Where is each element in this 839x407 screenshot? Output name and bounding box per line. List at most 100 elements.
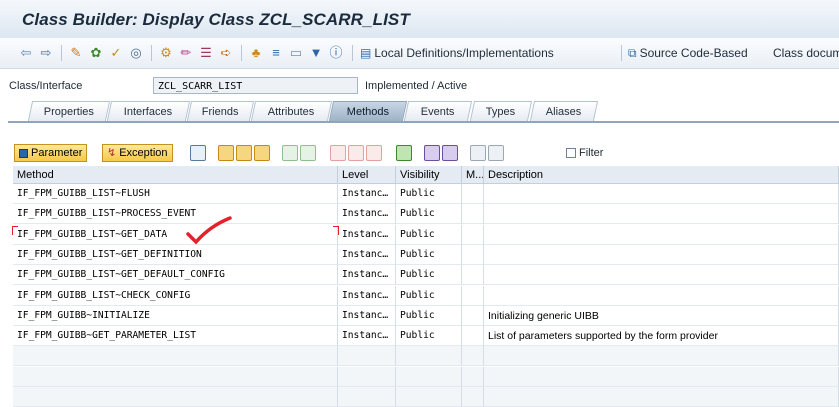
empty-table-row[interactable] <box>13 366 839 387</box>
refresh-icon[interactable] <box>488 145 504 161</box>
empty-cell[interactable] <box>462 366 484 387</box>
empty-table-row[interactable] <box>13 387 839 407</box>
class-documentation-button[interactable]: Class docume <box>773 44 839 62</box>
cell-level[interactable]: Instanc… <box>338 326 396 347</box>
cell-visibility[interactable]: Public <box>396 184 462 204</box>
pretty-printer-icon[interactable]: ≡ <box>268 44 284 62</box>
filter-checkbox[interactable] <box>566 148 576 158</box>
tab-aliases[interactable]: Aliases <box>529 101 599 121</box>
tab-methods[interactable]: Methods <box>328 101 408 121</box>
cell-method[interactable]: IF_FPM_GUIBB_LIST~PROCESS_EVENT <box>13 204 338 225</box>
cell-level[interactable]: Instanc… <box>338 224 396 245</box>
column-header-m[interactable]: M... <box>462 166 484 184</box>
activate-icon[interactable]: ✿ <box>88 44 104 62</box>
cell-m[interactable] <box>462 285 484 306</box>
object-list-icon[interactable]: ⚙ <box>158 44 174 62</box>
empty-table-row[interactable] <box>13 346 839 367</box>
append-row-icon[interactable] <box>236 145 252 161</box>
tab-attributes[interactable]: Attributes <box>250 101 333 121</box>
settings-icon[interactable] <box>470 145 486 161</box>
cell-m[interactable] <box>462 184 484 204</box>
empty-cell[interactable] <box>396 346 462 367</box>
paste-icon[interactable] <box>366 145 382 161</box>
check-icon[interactable]: ✓ <box>108 44 124 62</box>
cell-visibility[interactable]: Public <box>396 326 462 347</box>
hierarchy-icon[interactable]: ✏ <box>178 44 194 62</box>
empty-cell[interactable] <box>462 387 484 407</box>
source-code-based-button[interactable]: ⧉ Source Code-Based <box>628 44 748 62</box>
cell-level[interactable]: Instanc… <box>338 285 396 306</box>
table-row[interactable]: IF_FPM_GUIBB_LIST~CHECK_CONFIG Instanc… Pu… <box>13 285 839 306</box>
cut-icon[interactable] <box>330 145 346 161</box>
find-next-icon[interactable] <box>442 145 458 161</box>
empty-cell[interactable] <box>13 387 338 407</box>
display-change-icon[interactable]: ✎ <box>68 44 84 62</box>
find-icon[interactable]: ☰ <box>198 44 214 62</box>
cell-m[interactable] <box>462 305 484 326</box>
cell-visibility[interactable]: Public <box>396 204 462 225</box>
cell-description[interactable] <box>484 285 839 306</box>
empty-cell[interactable] <box>484 387 839 407</box>
table-row[interactable]: IF_FPM_GUIBB~INITIALIZE Instanc… Public Ini… <box>13 305 839 326</box>
cell-description[interactable]: Initializing generic UIBB <box>484 305 839 326</box>
column-header-visibility[interactable]: Visibility <box>396 166 462 184</box>
find-binoculars-icon[interactable] <box>424 145 440 161</box>
empty-cell[interactable] <box>396 387 462 407</box>
table-row[interactable]: IF_FPM_GUIBB~GET_PARAMETER_LIST Instanc… P… <box>13 326 839 347</box>
empty-cell[interactable] <box>338 366 396 387</box>
cell-visibility[interactable]: Public <box>396 265 462 286</box>
cell-visibility[interactable]: Public <box>396 224 462 245</box>
column-header-method[interactable]: Method <box>13 166 338 184</box>
cell-method[interactable]: IF_FPM_GUIBB~INITIALIZE <box>13 305 338 326</box>
table-row[interactable]: IF_FPM_GUIBB_LIST~PROCESS_EVENT Instanc… P… <box>13 204 839 225</box>
table-row[interactable]: IF_FPM_GUIBB_LIST~GET_DEFINITION Instanc…… <box>13 244 839 265</box>
cell-visibility[interactable]: Public <box>396 244 462 265</box>
back-arrow-icon[interactable]: ⇦ <box>18 44 34 62</box>
cell-description[interactable]: List of parameters supported by the form… <box>484 326 839 347</box>
empty-cell[interactable] <box>484 346 839 367</box>
cell-method[interactable]: IF_FPM_GUIBB_LIST~CHECK_CONFIG <box>13 285 338 306</box>
forward-arrow-icon[interactable]: ⇨ <box>38 44 54 62</box>
select-icon[interactable]: ▭ <box>288 44 304 62</box>
undo-delete-icon[interactable] <box>300 145 316 161</box>
filter-icon[interactable]: ▼ <box>308 44 324 62</box>
where-used-icon[interactable]: ◎ <box>128 44 144 62</box>
table-row[interactable]: IF_FPM_GUIBB_LIST~GET_DATA Instanc… Public <box>13 224 839 245</box>
empty-cell[interactable] <box>484 366 839 387</box>
cell-m[interactable] <box>462 244 484 265</box>
cell-method[interactable]: IF_FPM_GUIBB_LIST~GET_DEFAULT_CONFIG <box>13 265 338 286</box>
cell-m[interactable] <box>462 224 484 245</box>
class-interface-field[interactable]: ZCL_SCARR_LIST <box>153 77 358 94</box>
empty-cell[interactable] <box>338 346 396 367</box>
tab-types[interactable]: Types <box>469 101 533 121</box>
cell-m[interactable] <box>462 326 484 347</box>
mark-icon[interactable]: ➪ <box>218 44 234 62</box>
table-row[interactable]: IF_FPM_GUIBB_LIST~FLUSH Instanc… Public <box>13 184 839 204</box>
cell-level[interactable]: Instanc… <box>338 305 396 326</box>
cell-visibility[interactable]: Public <box>396 285 462 306</box>
cell-method[interactable]: IF_FPM_GUIBB~GET_PARAMETER_LIST <box>13 326 338 347</box>
cell-description[interactable] <box>484 204 839 225</box>
cell-m[interactable] <box>462 265 484 286</box>
redefine-icon[interactable] <box>254 145 270 161</box>
empty-cell[interactable] <box>338 387 396 407</box>
tab-interfaces[interactable]: Interfaces <box>106 101 191 121</box>
column-header-description[interactable]: Description <box>484 166 839 184</box>
cell-visibility[interactable]: Public <box>396 305 462 326</box>
cell-description[interactable] <box>484 244 839 265</box>
column-header-level[interactable]: Level <box>338 166 396 184</box>
detail-view-icon[interactable] <box>190 145 206 161</box>
tab-friends[interactable]: Friends <box>186 101 255 121</box>
delete-row-icon[interactable] <box>282 145 298 161</box>
copy-icon[interactable] <box>348 145 364 161</box>
table-row[interactable]: IF_FPM_GUIBB_LIST~GET_DEFAULT_CONFIG Inst… <box>13 265 839 286</box>
cell-level[interactable]: Instanc… <box>338 244 396 265</box>
info-icon[interactable]: ⓘ <box>328 44 344 62</box>
cell-level[interactable]: Instanc… <box>338 184 396 204</box>
cell-method[interactable]: IF_FPM_GUIBB_LIST~FLUSH <box>13 184 338 204</box>
insert-row-icon[interactable] <box>218 145 234 161</box>
cell-level[interactable]: Instanc… <box>338 265 396 286</box>
cell-level[interactable]: Instanc… <box>338 204 396 225</box>
tab-properties[interactable]: Properties <box>27 101 111 121</box>
empty-cell[interactable] <box>462 346 484 367</box>
